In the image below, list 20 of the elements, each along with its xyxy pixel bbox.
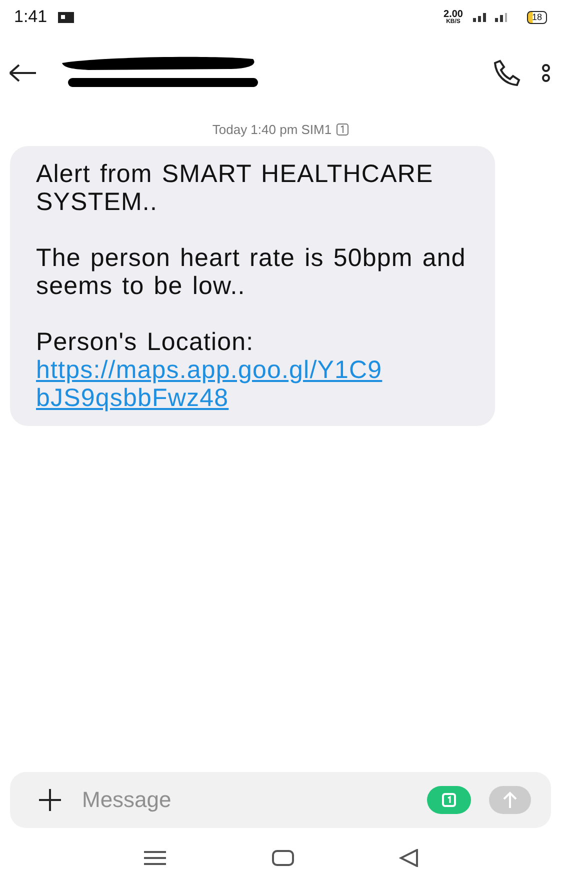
arrow-up-icon — [502, 791, 518, 809]
menu-icon[interactable] — [142, 850, 166, 866]
location-link[interactable]: https://maps.app.goo.gl/Y1C9bJS9qsbbFwz48 — [36, 356, 386, 412]
message-timestamp: Today 1:40 pm SIM1 — [212, 122, 332, 137]
more-options-icon[interactable] — [541, 63, 551, 83]
message-composer[interactable]: Message — [10, 772, 551, 828]
message-text: The person heart rate is 50bpm and seems to be low.. — [36, 244, 467, 300]
message-input[interactable]: Message — [80, 786, 409, 814]
message-text: Alert from SMART HEALTHCARE SYSTEM.. — [36, 160, 434, 216]
back-icon[interactable] — [398, 849, 418, 867]
home-icon[interactable] — [272, 850, 294, 866]
notification-icon — [57, 10, 76, 24]
back-arrow-icon[interactable] — [8, 63, 38, 83]
sim-icon — [441, 792, 457, 808]
phone-icon[interactable] — [491, 59, 521, 87]
status-time: 1:41 — [14, 7, 48, 27]
message-text: Person's Location: — [36, 328, 255, 356]
add-icon[interactable] — [38, 788, 62, 812]
sim-icon — [336, 123, 349, 136]
battery-indicator: 18 — [526, 10, 547, 24]
